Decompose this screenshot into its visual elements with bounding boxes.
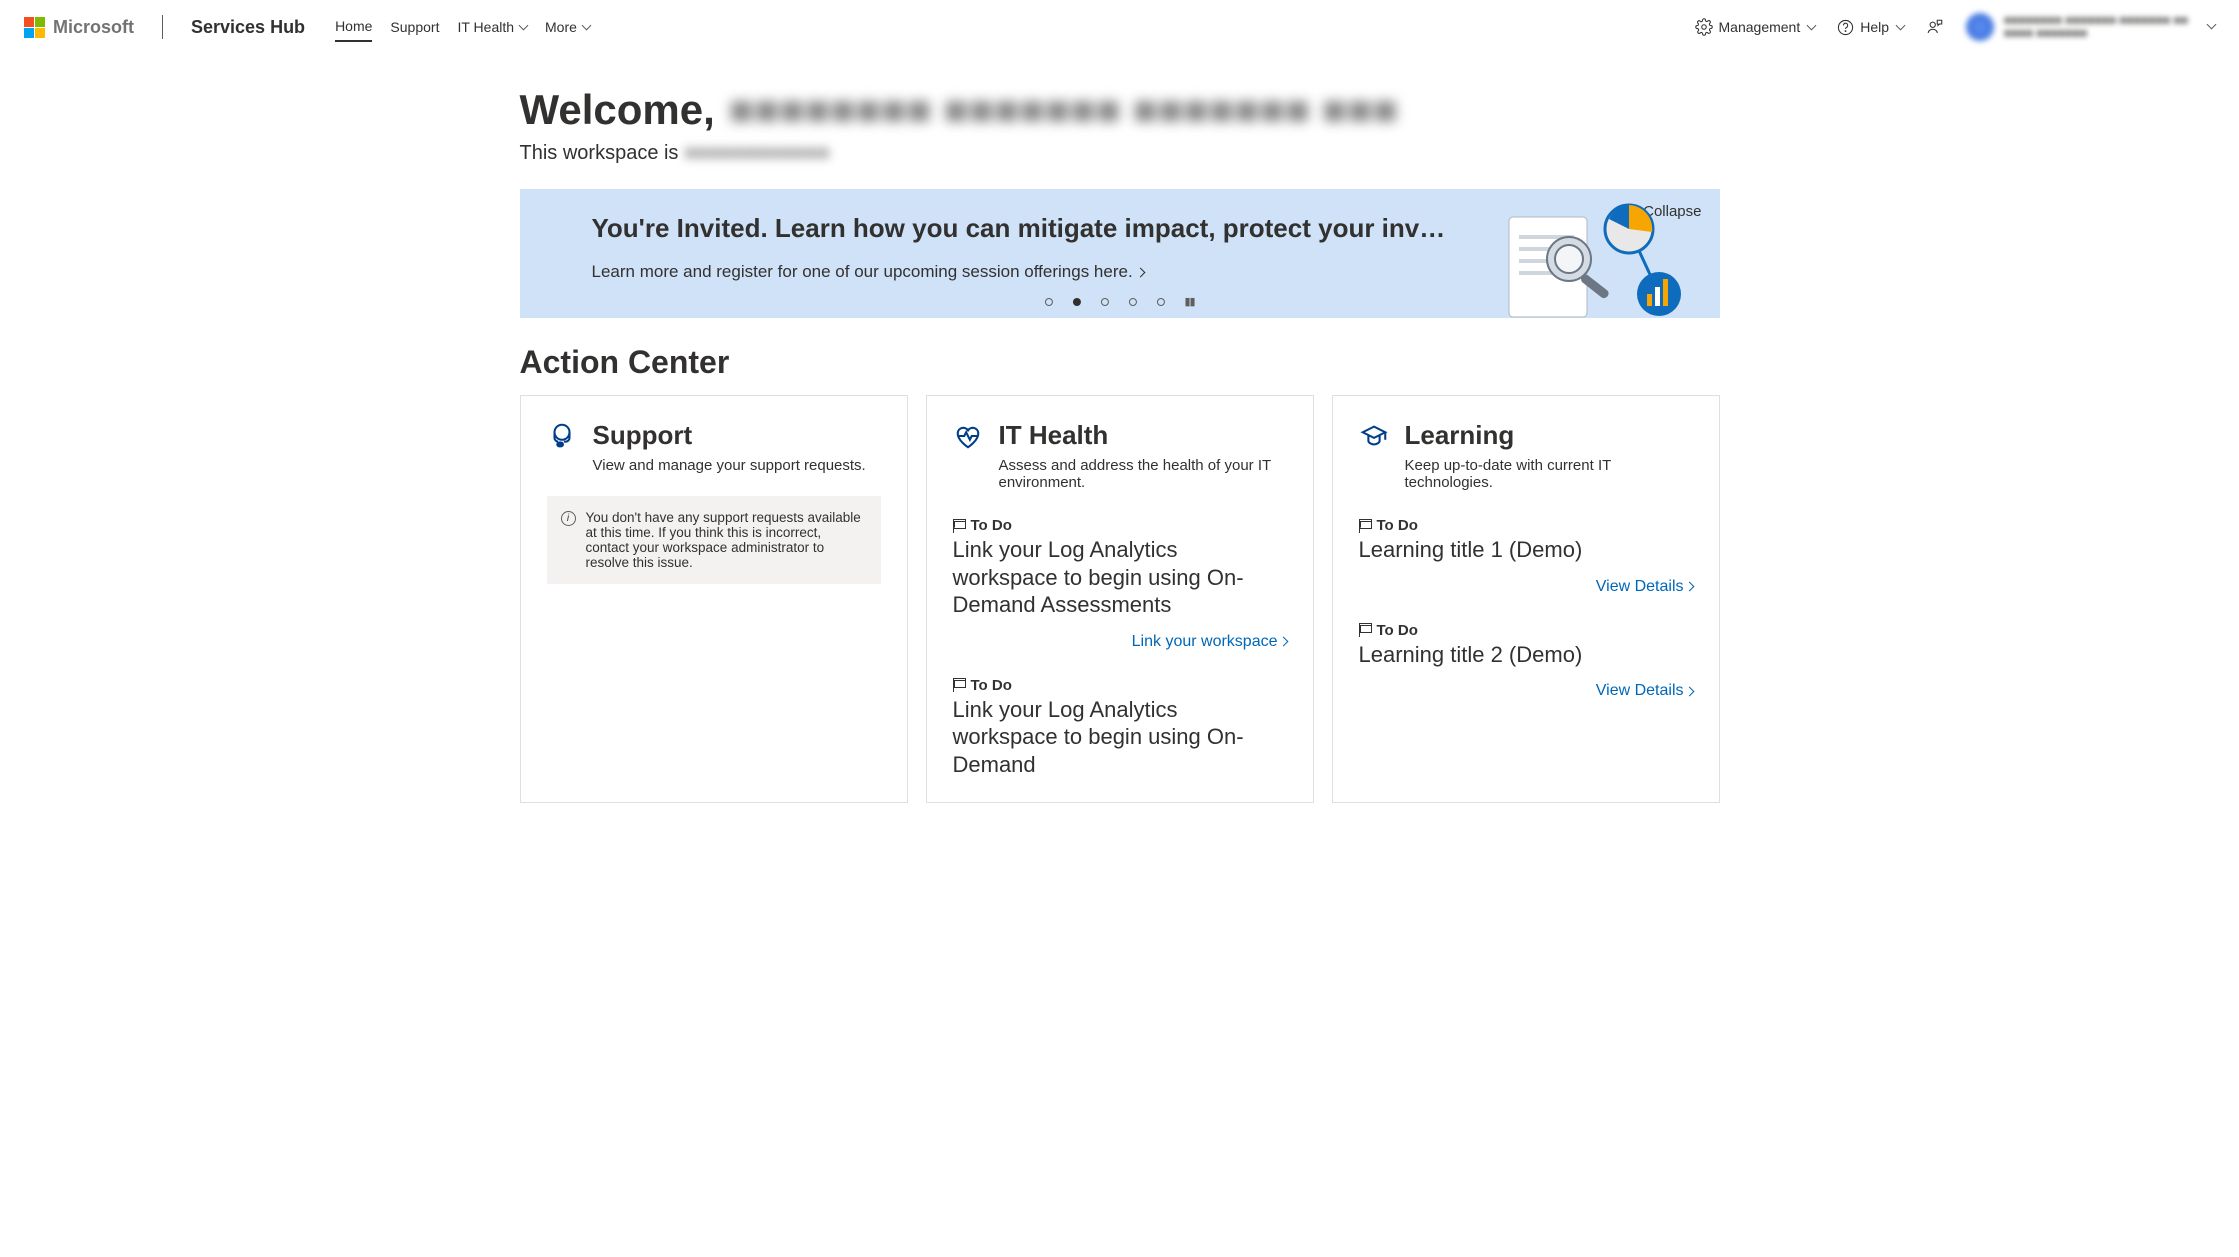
carousel-dot-2[interactable] (1072, 298, 1080, 306)
carousel-dot-4[interactable] (1128, 298, 1136, 306)
todo-label: To Do (953, 677, 1287, 694)
learning-card-sub: Keep up-to-date with current IT technolo… (1405, 457, 1693, 491)
action-center-title: Action Center (520, 344, 1720, 381)
carousel-dot-3[interactable] (1100, 298, 1108, 306)
todo-title: Link your Log Analytics workspace to beg… (953, 536, 1287, 619)
avatar (1966, 13, 1994, 41)
it-health-card: IT Health Assess and address the health … (926, 395, 1314, 803)
carousel-dot-5[interactable] (1156, 298, 1164, 306)
nav-support[interactable]: Support (390, 13, 439, 41)
graduation-cap-icon (1359, 420, 1389, 452)
workspace-prefix: This workspace is (520, 142, 679, 165)
carousel-pause-icon[interactable]: ▮▮ (1184, 295, 1194, 308)
nav-it-health[interactable]: IT Health (457, 13, 527, 41)
workspace-line: This workspace is ■■■■■■■■■■■■ (520, 142, 1720, 165)
heart-pulse-icon (953, 420, 983, 452)
todo-title: Learning title 2 (Demo) (1359, 641, 1693, 669)
support-card-title: Support (593, 420, 866, 451)
learning-todo-1: To Do Learning title 1 (Demo) View Detai… (1359, 517, 1693, 596)
brand-text: Microsoft (53, 17, 134, 38)
link-workspace-action[interactable]: Link your workspace (953, 633, 1287, 651)
flag-icon (1359, 519, 1371, 533)
todo-label: To Do (953, 517, 1287, 534)
management-menu[interactable]: Management (1695, 18, 1816, 36)
feedback-button[interactable] (1926, 18, 1944, 36)
nav-home[interactable]: Home (335, 12, 372, 42)
support-card: Support View and manage your support req… (520, 395, 908, 803)
person-feedback-icon (1926, 18, 1944, 36)
help-icon (1837, 19, 1854, 36)
info-icon: i (561, 511, 576, 526)
main-content: Welcome, ■■■■■■■■ ■■■■■■■ ■■■■■■■ ■■■ Th… (520, 54, 1720, 803)
headset-icon (547, 420, 577, 452)
microsoft-logo[interactable]: Microsoft (24, 17, 134, 38)
learning-card: Learning Keep up-to-date with current IT… (1332, 395, 1720, 803)
announcement-banner: Collapse You're Invited. Learn how you c… (520, 189, 1720, 318)
it-health-card-title: IT Health (999, 420, 1287, 451)
support-info-text: You don't have any support requests avai… (586, 510, 867, 570)
microsoft-logo-icon (24, 17, 45, 38)
view-details-action-2[interactable]: View Details (1359, 682, 1693, 700)
workspace-name: ■■■■■■■■■■■■ (684, 142, 829, 165)
header-right: Management Help ■■■■■■■■ ■■■■■■■ ■■■■■■■… (1695, 13, 2215, 41)
help-menu[interactable]: Help (1837, 19, 1904, 36)
header-divider (162, 15, 163, 39)
support-card-sub: View and manage your support requests. (593, 457, 866, 474)
todo-label: To Do (1359, 622, 1693, 639)
banner-link[interactable]: Learn more and register for one of our u… (592, 262, 1648, 282)
learning-card-title: Learning (1405, 420, 1693, 451)
view-details-action-1[interactable]: View Details (1359, 578, 1693, 596)
support-info-box: i You don't have any support requests av… (547, 496, 881, 584)
learning-todo-2: To Do Learning title 2 (Demo) View Detai… (1359, 622, 1693, 701)
carousel-dots: ▮▮ (1044, 295, 1194, 308)
action-center-cards: Support View and manage your support req… (520, 395, 1720, 803)
todo-title: Learning title 1 (Demo) (1359, 536, 1693, 564)
flag-icon (953, 678, 965, 692)
welcome-label: Welcome, (520, 86, 715, 134)
user-menu[interactable]: ■■■■■■■■ ■■■■■■■ ■■■■■■■ ■■ ■■■■ ■■■■■■■ (1966, 13, 2188, 41)
it-health-todo-2: To Do Link your Log Analytics workspace … (953, 677, 1287, 779)
user-info: ■■■■■■■■ ■■■■■■■ ■■■■■■■ ■■ ■■■■ ■■■■■■■ (2004, 14, 2188, 40)
welcome-heading: Welcome, ■■■■■■■■ ■■■■■■■ ■■■■■■■ ■■■ (520, 78, 1720, 138)
flag-icon (953, 519, 965, 533)
todo-label: To Do (1359, 517, 1693, 534)
it-health-todo-1: To Do Link your Log Analytics workspace … (953, 517, 1287, 651)
it-health-card-sub: Assess and address the health of your IT… (999, 457, 1287, 491)
user-menu-chevron-icon[interactable] (2206, 18, 2215, 36)
todo-title: Link your Log Analytics workspace to beg… (953, 696, 1287, 779)
welcome-user-name: ■■■■■■■■ ■■■■■■■ ■■■■■■■ ■■■ (729, 86, 1398, 134)
flag-icon (1359, 623, 1371, 637)
banner-title: You're Invited. Learn how you can mitiga… (592, 213, 1648, 244)
gear-icon (1695, 18, 1713, 36)
carousel-dot-1[interactable] (1044, 298, 1052, 306)
banner-illustration-icon (1499, 199, 1684, 318)
primary-nav: Home Support IT Health More (335, 12, 590, 42)
nav-more[interactable]: More (545, 13, 590, 41)
global-header: Microsoft Services Hub Home Support IT H… (0, 0, 2239, 54)
product-name[interactable]: Services Hub (191, 17, 305, 38)
